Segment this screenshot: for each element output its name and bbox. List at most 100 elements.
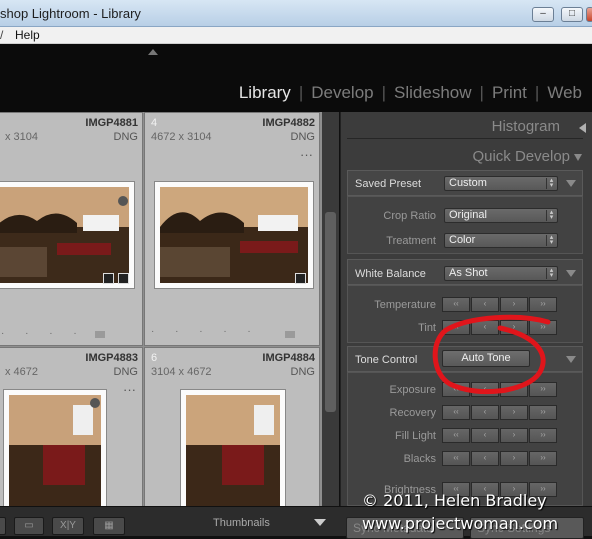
cell-filename: IMGP4883 [85,352,138,364]
white-balance-label: White Balance [355,268,426,280]
fill-light-stepper[interactable]: ‹‹ ‹ › ›› [442,428,558,443]
collapse-top-panel-icon[interactable] [148,49,158,55]
step-decrease-button[interactable]: ‹ [471,405,499,420]
color-label-icon[interactable] [285,331,295,338]
cell-dimensions: 4672 x 3104 [151,131,212,143]
rating-stars[interactable]: · · · · · [1,328,110,339]
scrollbar-thumb[interactable] [325,212,336,412]
module-print[interactable]: Print [492,83,527,102]
blacks-stepper[interactable]: ‹‹ ‹ › ›› [442,451,558,466]
canal-photo-image [160,187,308,283]
thumbnail-photo[interactable] [154,181,314,289]
cell-filename: IMGP4881 [85,117,138,129]
step-decrease-button[interactable]: ‹ [471,428,499,443]
crop-ratio-select[interactable]: Original ▴ ▾ [444,208,558,223]
saved-preset-value: Custom [449,177,487,189]
step-increase-button[interactable]: › [500,405,528,420]
cell-badges: ··· [123,382,136,397]
exposure-stepper[interactable]: ‹‹ ‹ › ›› [442,382,558,397]
step-increase-large-button[interactable]: ›› [529,428,557,443]
watermark-url: www.projectwoman.com [362,514,559,533]
step-increase-large-button[interactable]: ›› [529,405,557,420]
toolbar-options-dropdown-icon[interactable] [314,519,326,526]
tint-stepper[interactable]: ‹‹ ‹ › ›› [442,320,558,335]
canal-photo-image [9,395,101,513]
histogram-expand-icon[interactable] [579,123,586,133]
cell-dimensions: x 3104 [5,131,39,143]
quick-develop-collapse-icon[interactable] [574,154,582,161]
grid-scrollbar[interactable] [322,112,339,506]
menu-help[interactable]: Help [15,28,40,42]
watermark-copyright: © 2011, Helen Bradley [362,491,547,510]
cell-filetype: DNG [113,366,138,378]
step-decrease-button[interactable]: ‹ [471,451,499,466]
step-increase-button[interactable]: › [500,451,528,466]
step-increase-large-button[interactable]: ›› [529,297,557,312]
survey-view-icon[interactable]: ▦ [93,517,125,535]
step-decrease-large-button[interactable]: ‹‹ [442,297,470,312]
select-spin-icon: ▴ ▾ [546,177,556,189]
cell-filetype: DNG [290,131,315,143]
step-decrease-large-button[interactable]: ‹‹ [442,320,470,335]
treatment-label: Treatment [386,235,436,247]
module-library[interactable]: Library [239,83,291,102]
step-increase-large-button[interactable]: ›› [529,382,557,397]
rating-stars[interactable]: · · · · · [151,326,260,337]
step-increase-button[interactable]: › [500,382,528,397]
loupe-view-icon[interactable]: ▭ [14,517,44,535]
step-decrease-button[interactable]: ‹ [471,320,499,335]
white-balance-select[interactable]: As Shot ▴ ▾ [444,266,558,281]
step-increase-large-button[interactable]: ›› [529,451,557,466]
auto-tone-button[interactable]: Auto Tone [442,350,530,367]
saved-preset-disclosure-icon[interactable] [566,180,576,187]
select-spin-icon: ▴ ▾ [546,209,556,221]
saved-preset-select[interactable]: Custom ▴ ▾ [444,176,558,191]
color-label-icon[interactable] [95,331,105,338]
develop-badge-icon[interactable] [118,273,129,284]
grid-cell[interactable]: x 3104 IMGP4881 DNG · · · · · [0,112,143,346]
cell-index: 4 [151,117,158,129]
fill-light-label: Fill Light [395,430,436,442]
step-increase-button[interactable]: › [500,320,528,335]
step-decrease-large-button[interactable]: ‹‹ [442,428,470,443]
module-slideshow[interactable]: Slideshow [394,83,472,102]
step-increase-button[interactable]: › [500,428,528,443]
blacks-label: Blacks [403,453,436,465]
step-decrease-large-button[interactable]: ‹‹ [442,405,470,420]
recovery-stepper[interactable]: ‹‹ ‹ › ›› [442,405,558,420]
tone-control-disclosure-icon[interactable] [566,356,576,363]
crop-ratio-value: Original [449,209,487,221]
module-separator: | [381,83,387,102]
menu-fragment[interactable]: / [0,28,3,42]
thumbnail-photo[interactable] [3,389,107,519]
module-web[interactable]: Web [547,83,582,102]
crop-badge-icon[interactable] [103,273,114,284]
module-separator: | [479,83,484,102]
treatment-select[interactable]: Color ▴ ▾ [444,233,558,248]
step-decrease-button[interactable]: ‹ [471,382,499,397]
step-decrease-large-button[interactable]: ‹‹ [442,382,470,397]
step-increase-button[interactable]: › [500,297,528,312]
module-develop[interactable]: Develop [311,83,373,102]
cell-index: 6 [151,352,158,364]
quick-develop-title[interactable]: Quick Develop [472,148,570,165]
cell-filetype: DNG [113,131,138,143]
thumbnail-photo[interactable] [0,181,135,289]
canal-photo-image [186,395,280,513]
step-increase-large-button[interactable]: ›› [529,320,557,335]
white-balance-disclosure-icon[interactable] [566,270,576,277]
develop-badge-icon[interactable] [295,273,306,284]
compare-view-icon[interactable]: X|Y [52,517,84,535]
grid-view-icon[interactable] [0,517,6,535]
step-decrease-large-button[interactable]: ‹‹ [442,451,470,466]
histogram-title[interactable]: Histogram [492,118,560,135]
grid-cell[interactable]: 4 4672 x 3104 IMGP4882 DNG ··· · · · · · [144,112,320,346]
step-decrease-button[interactable]: ‹ [471,297,499,312]
minimize-button[interactable]: – [532,7,554,22]
temperature-stepper[interactable]: ‹‹ ‹ › ›› [442,297,558,312]
grid-cell[interactable]: 6 3104 x 4672 IMGP4884 DNG [144,347,320,519]
maximize-button[interactable]: □ [561,7,583,22]
close-button[interactable] [586,7,592,22]
thumbnail-photo[interactable] [180,389,286,519]
grid-cell[interactable]: x 4672 IMGP4883 DNG ··· [0,347,143,519]
